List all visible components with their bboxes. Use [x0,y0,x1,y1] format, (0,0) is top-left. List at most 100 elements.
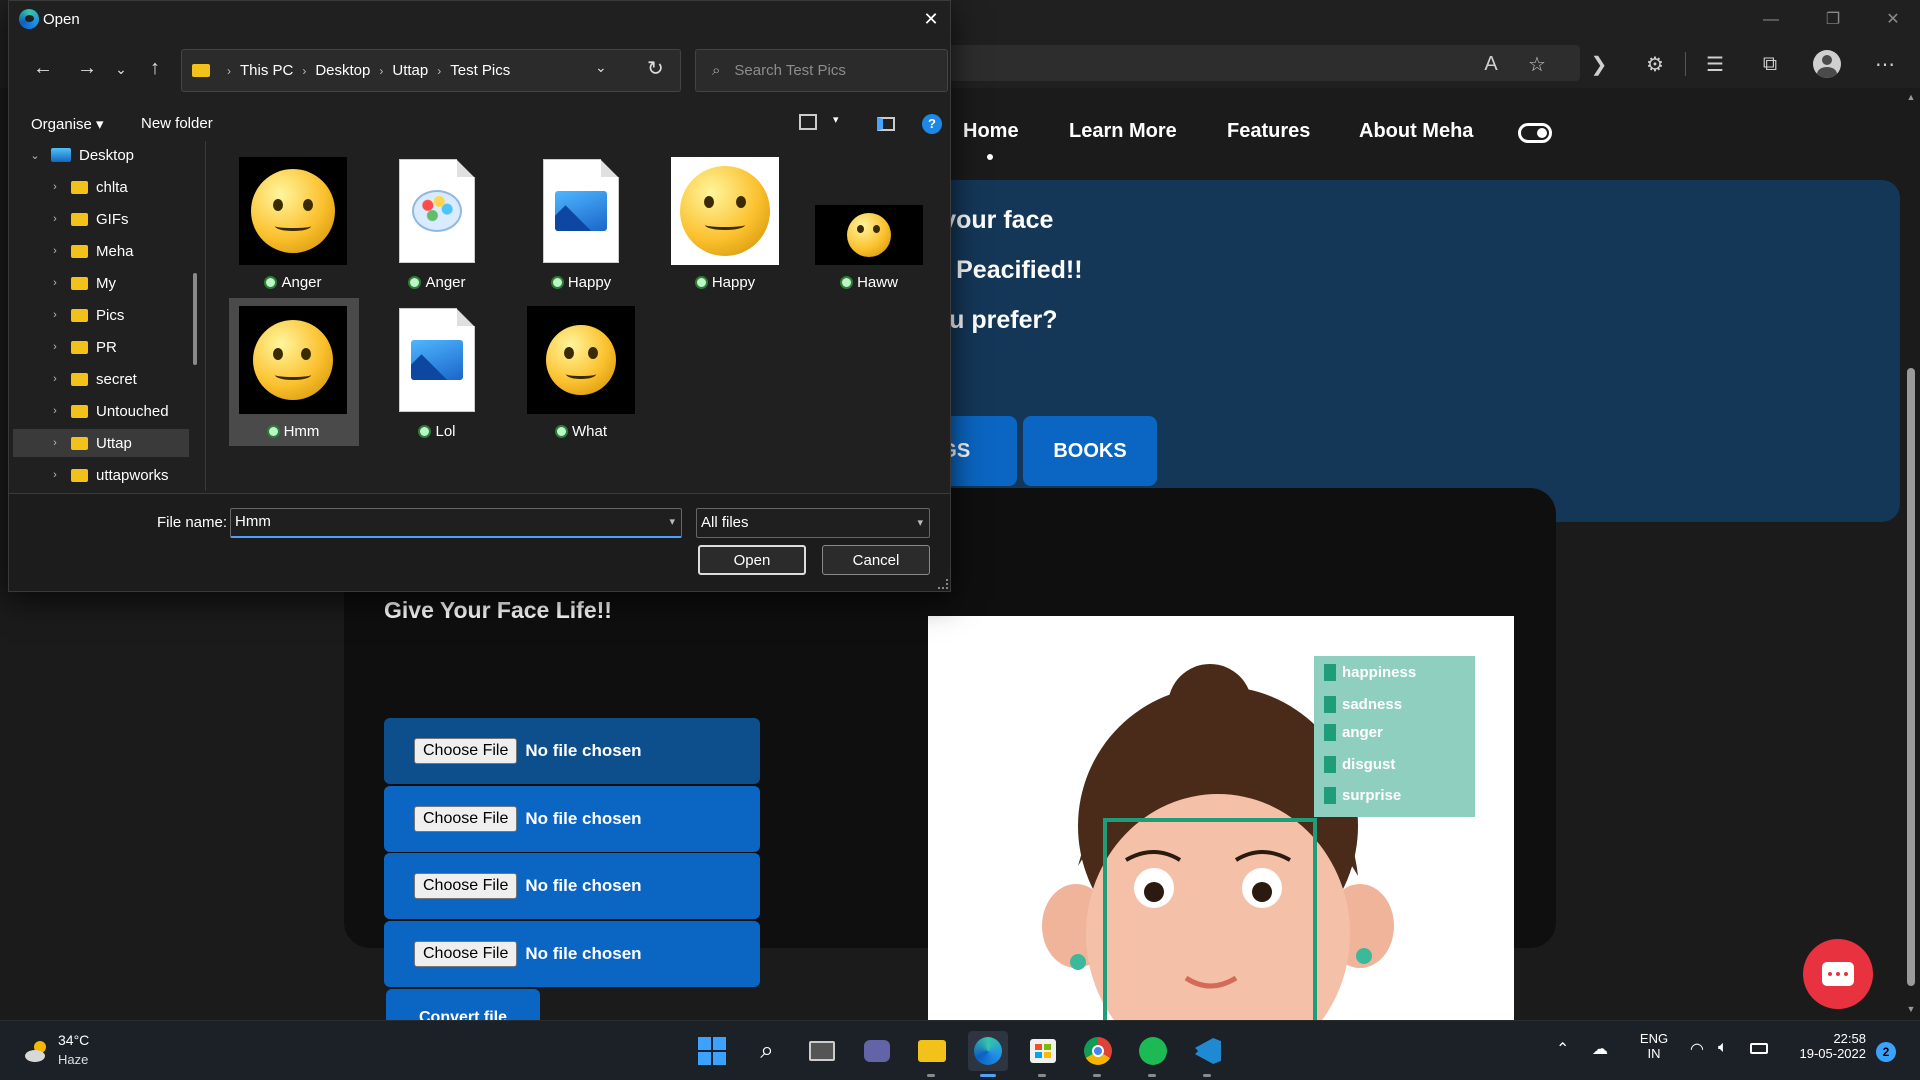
file-item-selected[interactable]: Hmm [229,298,359,446]
back-icon[interactable]: ← [31,57,55,83]
chevron-down-icon[interactable]: ▾ [669,509,675,535]
search-input[interactable]: ⌕ Search Test Pics [695,49,948,92]
show-hidden-icons-icon[interactable]: ⌃ [1556,1039,1569,1059]
tree-item-folder[interactable]: › chlta [13,173,189,201]
up-folder-icon[interactable]: ↑ [143,57,167,83]
tree-item-folder[interactable]: › uttapworks [13,461,189,489]
breadcrumb-item[interactable]: This PC [240,62,293,79]
choose-file-button[interactable]: Choose File [414,738,518,764]
file-item[interactable]: Haww [809,149,939,297]
tree-item-folder[interactable]: › Meha [13,237,189,265]
battery-icon[interactable] [1750,1043,1768,1054]
chevron-right-icon[interactable]: › [47,245,63,257]
file-type-select[interactable]: All files ▾ [696,508,930,538]
chrome-icon[interactable] [1078,1031,1118,1077]
books-button[interactable]: BOOKS [1023,416,1157,486]
nav-features[interactable]: Features [1227,120,1310,143]
close-icon[interactable]: ✕ [1873,8,1913,32]
file-item[interactable]: Happy [665,149,795,297]
theme-toggle[interactable] [1518,123,1552,143]
chevron-right-icon[interactable]: › [47,181,63,193]
resize-grip[interactable] [938,579,948,589]
favorite-add-icon[interactable]: ☆ [1521,48,1553,80]
restore-icon[interactable]: ❐ [1813,8,1853,32]
start-icon[interactable] [692,1031,732,1071]
scroll-down-icon[interactable]: ▼ [1906,1004,1916,1014]
tree-item-desktop[interactable]: ⌄ Desktop [13,141,189,169]
close-icon[interactable]: ✕ [919,7,943,31]
tree-item-folder[interactable]: › secret [13,365,189,393]
chevron-down-icon[interactable]: ⌄ [27,149,43,162]
breadcrumb-item[interactable]: Test Pics [450,62,510,79]
edge-icon[interactable] [968,1031,1008,1077]
cancel-button[interactable]: Cancel [822,545,930,575]
tree-item-folder[interactable]: › Pics [13,301,189,329]
task-view-icon[interactable] [802,1031,842,1071]
tree-item-folder-selected[interactable]: › Uttap [13,429,189,457]
change-view-icon[interactable] [799,114,817,130]
chevron-icon[interactable]: ❯ [1583,48,1615,80]
open-button[interactable]: Open [698,545,806,575]
tree-item-folder[interactable]: › PR [13,333,189,361]
collections-icon[interactable]: ⧉ [1754,48,1786,80]
file-item[interactable]: Happy [521,149,651,297]
minimize-icon[interactable]: — [1751,8,1791,32]
breadcrumb-item[interactable]: Desktop [315,62,370,79]
chevron-right-icon[interactable]: › [47,373,63,385]
favorites-icon[interactable]: ☰ [1699,48,1731,80]
volume-icon[interactable]: 🔈︎ [1718,1039,1728,1057]
chevron-right-icon[interactable]: › [47,437,63,449]
file-item[interactable]: What [521,298,651,446]
clock[interactable]: 22:58 19-05-2022 [1786,1031,1867,1061]
organise-menu[interactable]: Organise ▾ [31,115,104,133]
nav-learn-more[interactable]: Learn More [1069,120,1177,143]
new-folder-button[interactable]: New folder [141,115,213,132]
chevron-right-icon[interactable]: › [47,341,63,353]
view-options-icon[interactable]: ▾ [833,113,839,126]
teams-chat-icon[interactable] [857,1031,897,1071]
forward-icon[interactable]: → [75,57,99,83]
help-icon[interactable]: ? [922,114,942,134]
chevron-right-icon[interactable]: › [47,405,63,417]
onedrive-icon[interactable]: ☁ [1592,1039,1608,1059]
tree-scrollbar[interactable] [193,273,197,365]
recent-locations-icon[interactable]: ⌄ [109,61,133,87]
choose-file-button[interactable]: Choose File [414,941,518,967]
read-aloud-icon[interactable]: A [1475,48,1507,80]
scroll-up-icon[interactable]: ▲ [1906,92,1916,102]
choose-file-button[interactable]: Choose File [414,806,518,832]
file-explorer-icon[interactable] [912,1031,952,1077]
tree-item-folder[interactable]: › Untouched [13,397,189,425]
extensions-icon[interactable]: ⚙ [1639,48,1671,80]
file-item[interactable]: Lol [377,298,507,446]
chevron-right-icon[interactable]: › [47,277,63,289]
chat-button[interactable] [1803,939,1873,1009]
preview-pane-icon[interactable] [877,117,895,131]
chevron-right-icon[interactable]: › [47,309,63,321]
notification-badge[interactable]: 2 [1876,1042,1896,1062]
nav-home[interactable]: Home [963,120,1019,143]
file-item[interactable]: Anger [233,149,363,297]
page-scrollbar[interactable]: ▲ ▼ [1902,88,1920,1020]
tree-item-folder[interactable]: › My [13,269,189,297]
weather-icon[interactable] [24,1038,50,1064]
language-indicator[interactable]: ENG IN [1636,1031,1672,1061]
search-icon[interactable]: ⌕ [747,1031,787,1071]
chevron-down-icon[interactable]: ⌄ [595,59,607,76]
breadcrumb-item[interactable]: Uttap [392,62,428,79]
refresh-icon[interactable]: ↻ [647,56,664,81]
profile-icon[interactable] [1813,50,1841,78]
wifi-icon[interactable]: ◠ [1690,1039,1704,1059]
chevron-right-icon[interactable]: › [47,469,63,481]
weather-description[interactable]: Haze [58,1052,88,1067]
file-name-input[interactable]: Hmm ▾ [230,508,682,538]
chevron-right-icon[interactable]: › [47,213,63,225]
weather-temperature[interactable]: 34°C [58,1032,89,1048]
store-icon[interactable] [1023,1031,1063,1077]
tree-item-folder[interactable]: › GIFs [13,205,189,233]
more-icon[interactable]: ⋯ [1869,48,1901,80]
file-item[interactable]: Anger [377,149,507,297]
pane-divider[interactable] [205,141,206,491]
nav-about[interactable]: About Meha [1359,120,1473,143]
vscode-icon[interactable] [1188,1031,1228,1077]
